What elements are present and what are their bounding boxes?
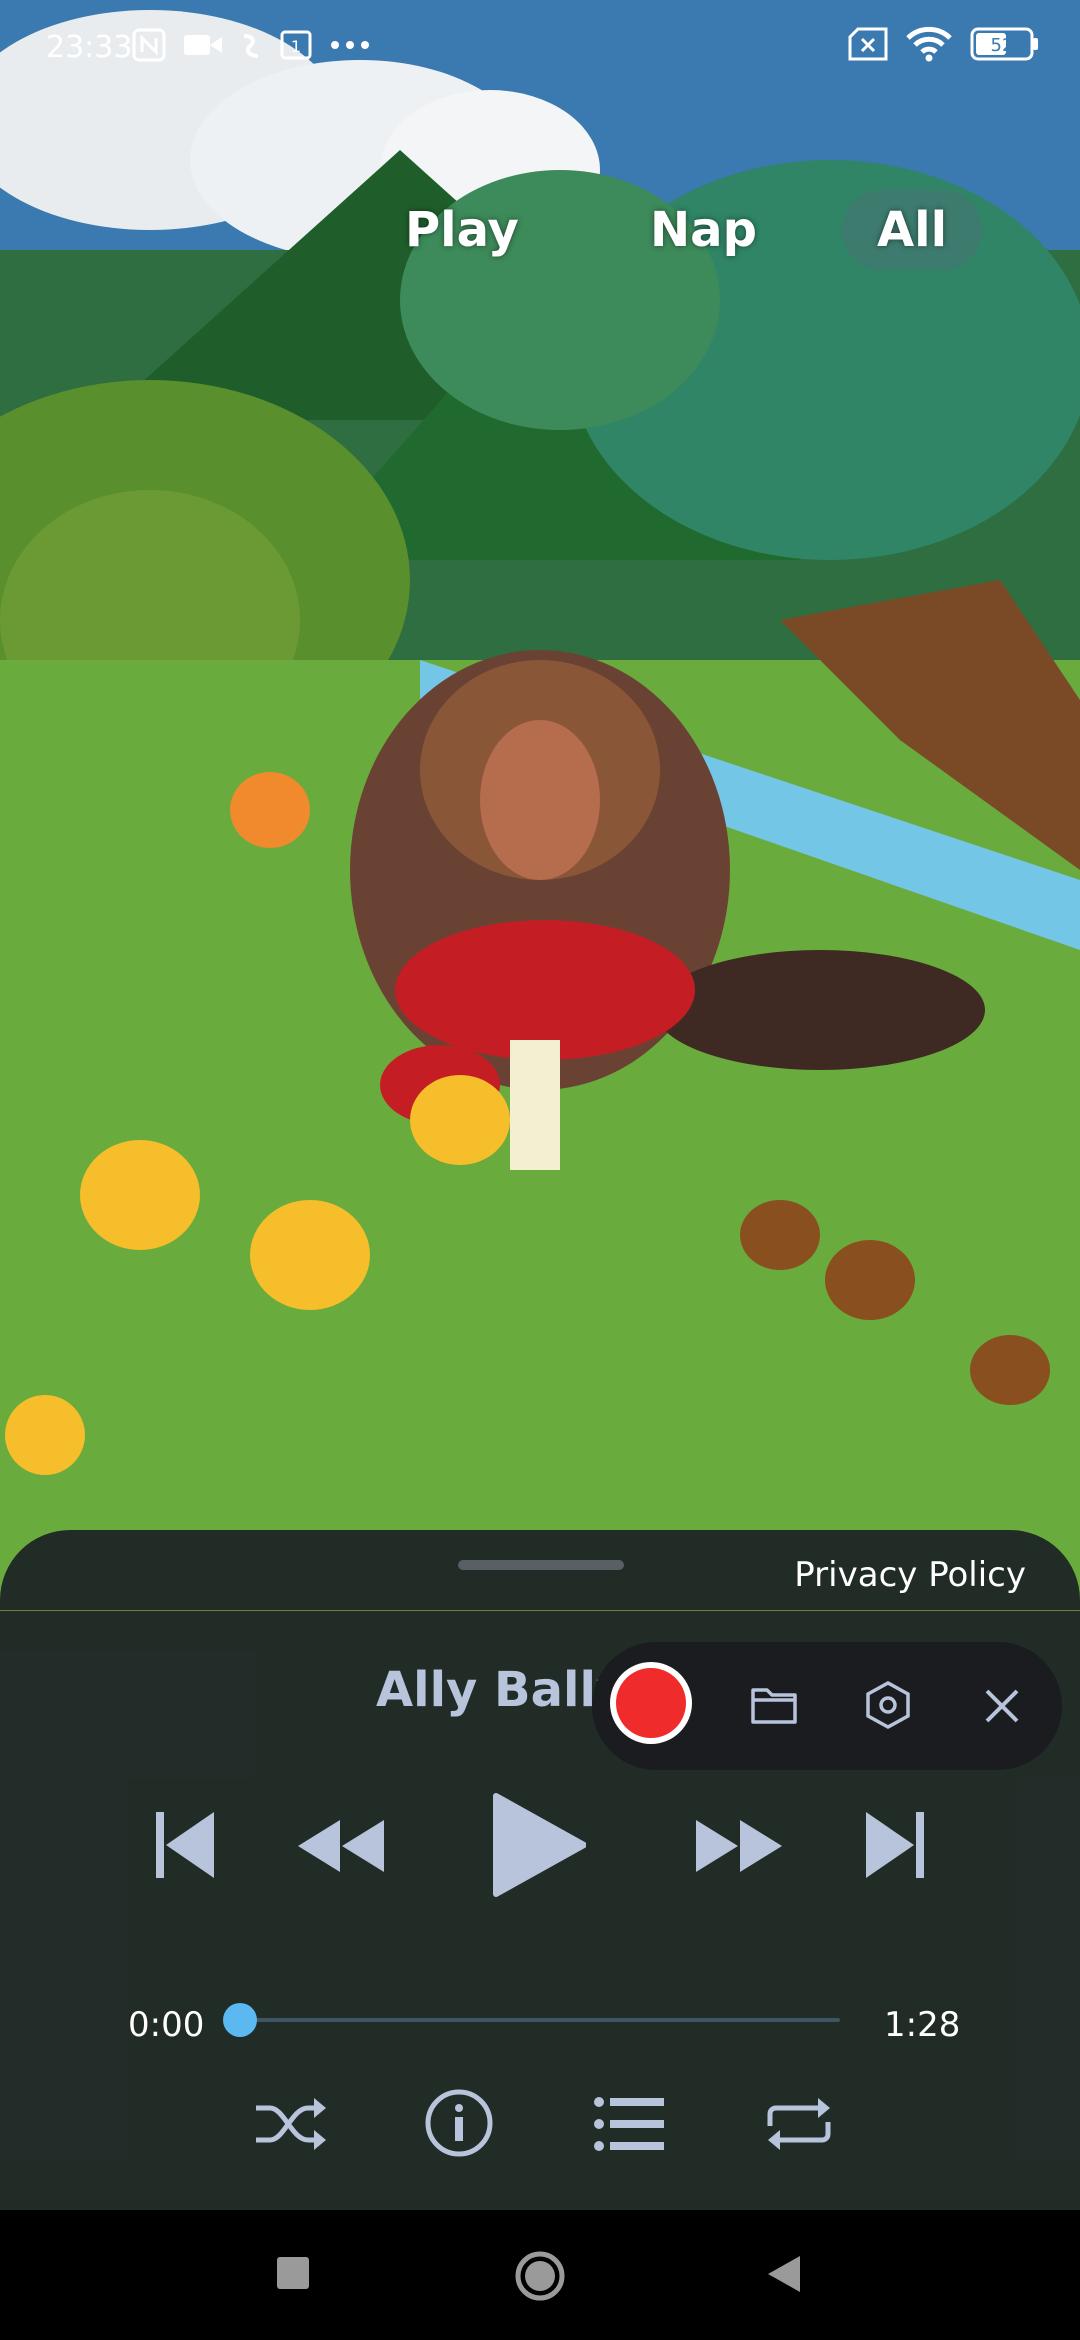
privacy-policy-link[interactable]: Privacy Policy [794, 1555, 1026, 1595]
shuffle-icon[interactable] [254, 2096, 328, 2152]
system-navigation-bar [0, 2210, 1080, 2340]
wifi-icon [906, 26, 952, 62]
nfc-icon [132, 28, 166, 62]
more-dots-icon [331, 41, 369, 49]
screen-recorder-toolbar [592, 1642, 1062, 1770]
playlist-icon[interactable] [594, 2096, 664, 2152]
close-icon[interactable] [984, 1688, 1020, 1724]
divider [0, 1610, 1080, 1611]
seek-bar[interactable] [223, 2003, 840, 2037]
track-title: Ally Bally [376, 1662, 628, 1718]
battery-level: 52 [991, 35, 1014, 56]
tab-all[interactable]: All [842, 190, 982, 270]
fast-forward-icon[interactable] [696, 1820, 782, 1872]
play-icon[interactable] [492, 1792, 586, 1898]
skip-next-icon[interactable] [866, 1812, 924, 1878]
status-icons-right: 52 [848, 26, 1040, 62]
no-sim-icon [848, 27, 888, 61]
recents-square-icon[interactable] [276, 2256, 310, 2290]
elapsed-time: 0:00 [128, 2005, 205, 2045]
category-tabs: Play Nap All [0, 190, 1080, 280]
player-panel: Privacy Policy Ally Bally 0:00 1:28 [0, 1530, 1080, 2210]
usb-tether-icon [243, 34, 259, 58]
svg-text:1: 1 [291, 37, 301, 56]
status-bar: 23:33 1 52 [0, 0, 1080, 100]
skip-previous-icon[interactable] [156, 1812, 214, 1878]
repeat-icon[interactable] [762, 2096, 836, 2152]
tab-play[interactable]: Play [405, 190, 519, 270]
record-dot-icon [616, 1668, 686, 1738]
folder-icon[interactable] [750, 1684, 798, 1726]
total-duration: 1:28 [884, 2005, 961, 2045]
settings-hexagon-icon[interactable] [864, 1680, 912, 1730]
tab-nap[interactable]: Nap [650, 190, 757, 270]
rewind-icon[interactable] [298, 1820, 384, 1872]
home-circle-icon[interactable] [514, 2250, 566, 2302]
record-button[interactable] [610, 1662, 692, 1744]
drag-handle[interactable] [458, 1560, 624, 1570]
sim-one-icon: 1 [280, 30, 312, 60]
seek-handle[interactable] [223, 2003, 257, 2037]
status-time: 23:33 [46, 30, 133, 65]
status-icons-left: 1 [132, 28, 370, 62]
info-icon[interactable] [424, 2088, 494, 2158]
battery-icon: 52 [970, 27, 1038, 61]
video-camera-icon [184, 35, 222, 55]
back-triangle-icon[interactable] [766, 2254, 802, 2294]
